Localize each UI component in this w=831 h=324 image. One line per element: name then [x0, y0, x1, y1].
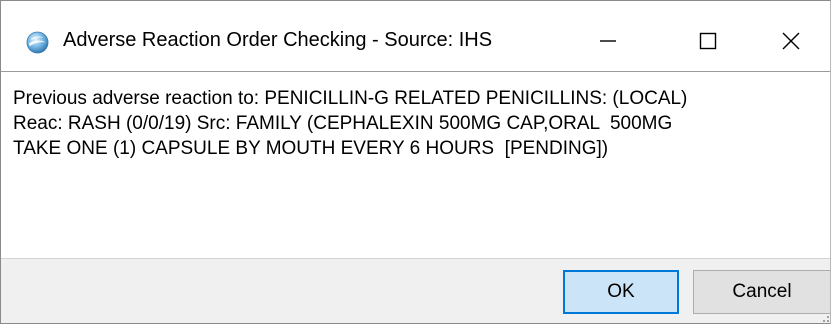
- minimize-button[interactable]: [568, 11, 648, 71]
- globe-icon: [26, 31, 49, 54]
- close-button[interactable]: [751, 11, 830, 71]
- message-line: Reac: RASH (0/0/19) Src: FAMILY (CEPHALE…: [13, 113, 673, 134]
- message-line: Previous adverse reaction to: PENICILLIN…: [13, 88, 688, 109]
- title-bar[interactable]: Adverse Reaction Order Checking - Source…: [1, 1, 830, 71]
- close-icon: [782, 32, 800, 50]
- cancel-button[interactable]: Cancel: [693, 270, 830, 314]
- message-line: TAKE ONE (1) CAPSULE BY MOUTH EVERY 6 HO…: [13, 138, 609, 159]
- minimize-icon: [600, 40, 616, 42]
- button-bar: OK Cancel: [1, 259, 830, 323]
- ok-button[interactable]: OK: [563, 270, 679, 314]
- window-title: Adverse Reaction Order Checking - Source…: [63, 29, 493, 51]
- maximize-button[interactable]: [668, 11, 748, 71]
- resize-grip-icon[interactable]: [818, 311, 830, 323]
- message-text: Previous adverse reaction to: PENICILLIN…: [13, 86, 825, 161]
- message-area: Previous adverse reaction to: PENICILLIN…: [1, 71, 830, 259]
- maximize-icon: [699, 32, 717, 50]
- dialog-window: Adverse Reaction Order Checking - Source…: [0, 0, 831, 324]
